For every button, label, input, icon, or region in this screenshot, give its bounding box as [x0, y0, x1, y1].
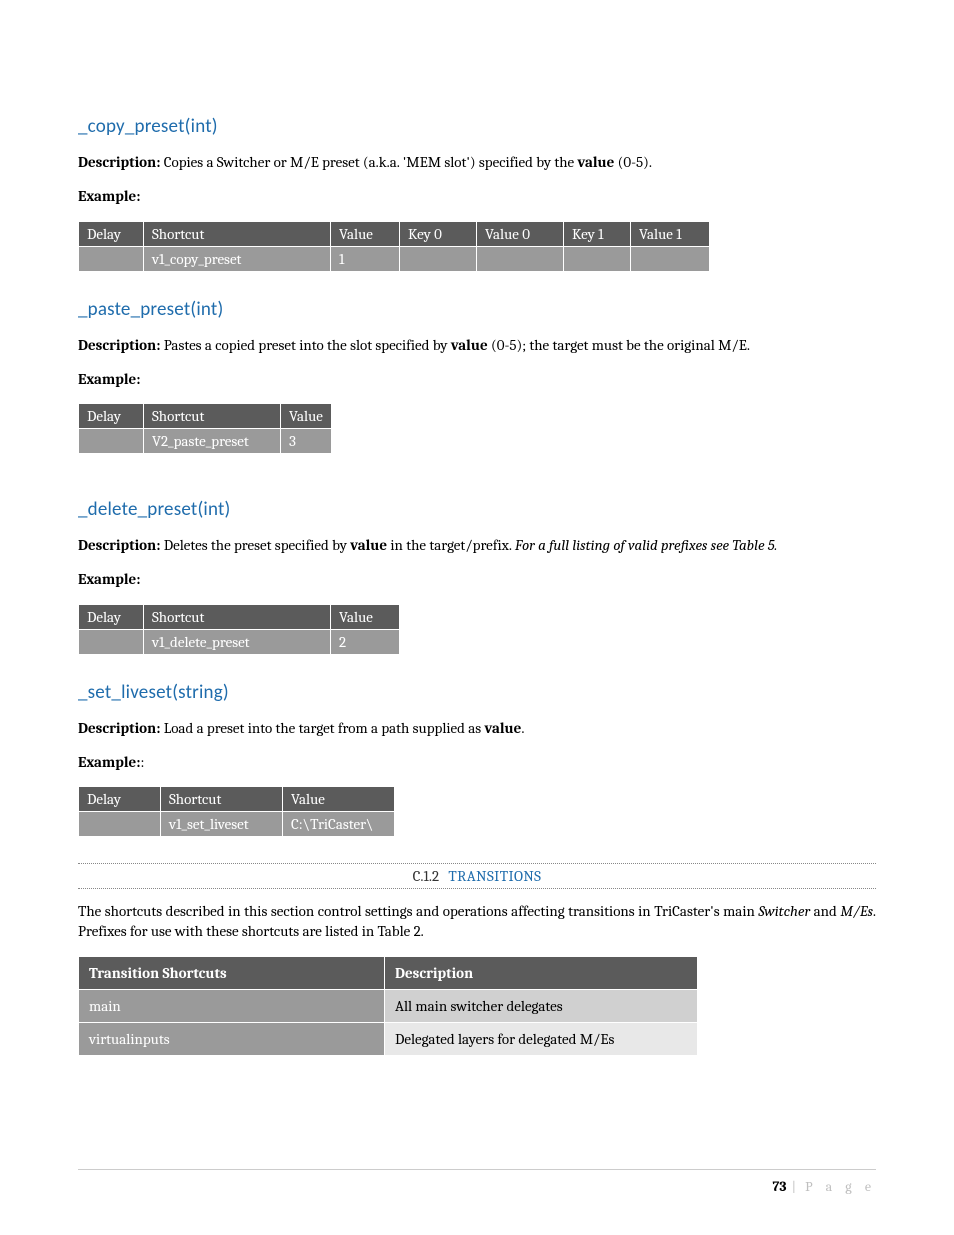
section-title: TRANSITIONS: [448, 867, 541, 885]
page-number: 73: [772, 1178, 786, 1195]
table-row: v1_copy_preset 1: [79, 246, 710, 271]
example-label: Example::: [78, 752, 876, 772]
col-shortcut: Shortcut: [161, 787, 283, 812]
desc-text: Deletes the preset specified by: [160, 536, 350, 554]
col-delay: Delay: [79, 221, 144, 246]
cell: [79, 246, 144, 271]
desc-label: Description:: [78, 336, 160, 354]
heading-delete-preset: _delete_preset(int): [78, 498, 876, 521]
desc-label: Description:: [78, 153, 160, 171]
cell: 1: [331, 246, 400, 271]
desc-value-word: value: [451, 336, 488, 354]
desc-text: Load a preset into the target from a pat…: [160, 719, 484, 737]
col-value1: Value 1: [631, 221, 710, 246]
heading-paste-preset: _paste_preset(int): [78, 298, 876, 321]
page-label: P a g e: [805, 1178, 876, 1195]
example-label-text: Example:: [78, 570, 140, 588]
col-transition-shortcuts: Transition Shortcuts: [79, 956, 385, 989]
cell-prefix: main: [79, 989, 385, 1022]
table-row: v1_set_liveset C:\TriCaster\: [79, 812, 395, 837]
cell: v1_set_liveset: [161, 812, 283, 837]
col-value0: Value 0: [477, 221, 564, 246]
table-set-liveset: Delay Shortcut Value v1_set_liveset C:\T…: [78, 786, 395, 837]
section-number: C.1.2: [413, 867, 439, 885]
cell-desc: All main switcher delegates: [385, 989, 698, 1022]
example-label: Example:: [78, 369, 876, 389]
table-header-row: Delay Shortcut Value Key 0 Value 0 Key 1…: [79, 221, 710, 246]
cell-prefix: virtualinputs: [79, 1022, 385, 1055]
col-value: Value: [281, 404, 332, 429]
transitions-intro: The shortcuts described in this section …: [78, 901, 876, 942]
cell: 2: [331, 629, 400, 654]
example-label-text: Example:: [78, 187, 140, 205]
cell: v1_delete_preset: [144, 629, 331, 654]
table-paste-preset: Delay Shortcut Value V2_paste_preset 3: [78, 403, 332, 454]
desc-ital: For a full listing of valid prefixes see…: [515, 536, 778, 554]
col-value: Value: [331, 604, 400, 629]
example-label: Example:: [78, 569, 876, 589]
desc-label: Description:: [78, 719, 160, 737]
intro-ital: M/Es: [840, 902, 873, 920]
table-row: virtualinputs Delegated layers for deleg…: [79, 1022, 698, 1055]
intro-ital: Switcher: [758, 902, 810, 920]
col-delay: Delay: [79, 604, 144, 629]
footer-separator: |: [792, 1178, 796, 1195]
desc-value-word: value: [350, 536, 387, 554]
desc-paste-preset: Description: Pastes a copied preset into…: [78, 335, 876, 355]
col-shortcut: Shortcut: [144, 604, 331, 629]
cell-desc: Delegated layers for delegated M/Es: [385, 1022, 698, 1055]
desc-delete-preset: Description: Deletes the preset specifie…: [78, 535, 876, 555]
col-delay: Delay: [79, 404, 144, 429]
cell: 3: [281, 429, 332, 454]
table-row: main All main switcher delegates: [79, 989, 698, 1022]
col-key0: Key 0: [400, 221, 477, 246]
table-delete-preset: Delay Shortcut Value v1_delete_preset 2: [78, 604, 400, 655]
cell: V2_paste_preset: [144, 429, 281, 454]
desc-text: .: [521, 719, 524, 737]
cell: v1_copy_preset: [144, 246, 331, 271]
col-delay: Delay: [79, 787, 161, 812]
desc-text: in the target/prefix.: [387, 536, 515, 554]
col-description: Description: [385, 956, 698, 989]
desc-text: (0-5).: [614, 153, 652, 171]
cell: [477, 246, 564, 271]
example-label: Example:: [78, 186, 876, 206]
cell: C:\TriCaster\: [283, 812, 395, 837]
intro-text: The shortcuts described in this section …: [78, 902, 758, 920]
table-transition-shortcuts: Transition Shortcuts Description main Al…: [78, 956, 698, 1056]
col-value: Value: [283, 787, 395, 812]
heading-set-liveset: _set_liveset(string): [78, 681, 876, 704]
table-header-row: Delay Shortcut Value: [79, 604, 400, 629]
desc-text: (0-5); the target must be the original M…: [488, 336, 750, 354]
desc-set-liveset: Description: Load a preset into the targ…: [78, 718, 876, 738]
example-label-text: Example:: [78, 370, 140, 388]
intro-text: and: [810, 902, 840, 920]
desc-value-word: value: [577, 153, 614, 171]
table-copy-preset: Delay Shortcut Value Key 0 Value 0 Key 1…: [78, 221, 710, 272]
cell: [79, 429, 144, 454]
heading-copy-preset: _copy_preset(int): [78, 115, 876, 138]
desc-text: Copies a Switcher or M/E preset (a.k.a. …: [160, 153, 577, 171]
cell: [79, 629, 144, 654]
table-header-row: Transition Shortcuts Description: [79, 956, 698, 989]
cell: [400, 246, 477, 271]
table-row: v1_delete_preset 2: [79, 629, 400, 654]
desc-copy-preset: Description: Copies a Switcher or M/E pr…: [78, 152, 876, 172]
desc-text: Pastes a copied preset into the slot spe…: [160, 336, 450, 354]
table-header-row: Delay Shortcut Value: [79, 404, 332, 429]
desc-value-word: value: [484, 719, 521, 737]
desc-label: Description:: [78, 536, 160, 554]
cell: [631, 246, 710, 271]
section-band-transitions: C.1.2 TRANSITIONS: [78, 863, 876, 889]
table-row: V2_paste_preset 3: [79, 429, 332, 454]
example-label-text: Example:: [78, 753, 140, 771]
table-header-row: Delay Shortcut Value: [79, 787, 395, 812]
cell: [564, 246, 631, 271]
col-key1: Key 1: [564, 221, 631, 246]
cell: [79, 812, 161, 837]
col-value: Value: [331, 221, 400, 246]
page-footer: 73 | P a g e: [78, 1169, 876, 1195]
col-shortcut: Shortcut: [144, 221, 331, 246]
col-shortcut: Shortcut: [144, 404, 281, 429]
